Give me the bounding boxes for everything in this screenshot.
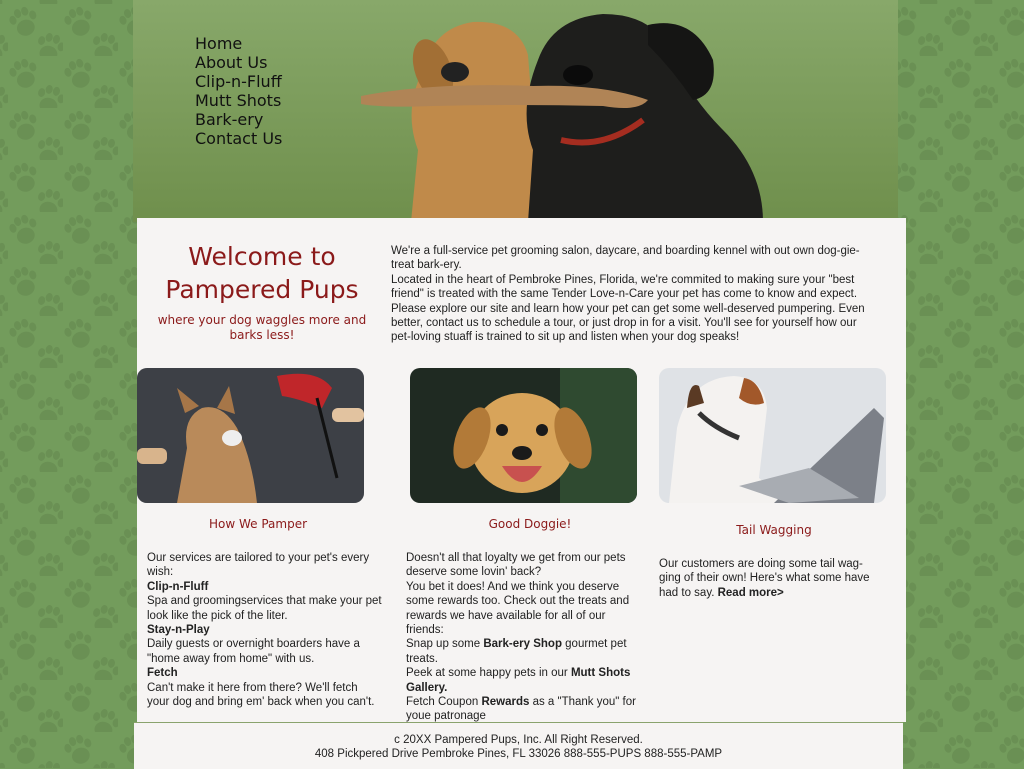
column-good-doggie: Good Doggie! Doesn't all that loyalty we… <box>406 368 650 724</box>
service-title-stay-n-play: Stay-n-Play <box>147 624 210 637</box>
good-doggie-text: Doesn't all that loyalty we get from our… <box>406 551 641 724</box>
footer: c 20XX Pampered Pups, Inc. All Right Res… <box>134 722 903 769</box>
tagline: where your dog waggles more and barks le… <box>157 313 367 342</box>
grooming-dog-photo <box>137 368 364 503</box>
intro-text: We're a full-service pet grooming salon,… <box>391 244 871 345</box>
nav-bark-ery[interactable]: Bark-ery <box>195 110 282 129</box>
link-rewards[interactable]: Rewards <box>481 696 529 708</box>
good-doggie-paragraph-2: You bet it does! And we think you deserv… <box>406 580 630 637</box>
text-span: Snap up some <box>406 638 484 651</box>
title-line-2: Pampered Pups <box>165 275 359 304</box>
heading-tail-wagging: Tail Wagging <box>736 523 812 537</box>
heading-how-we-pamper: How We Pamper <box>208 517 308 531</box>
good-doggie-paragraph-4: Peek at some happy pets in our Mutt Shot… <box>406 666 641 695</box>
read-more-link[interactable]: Read more> <box>718 587 784 599</box>
service-title-clip-n-fluff: Clip-n-Fluff <box>147 580 209 593</box>
good-doggie-paragraph-3: Snap up some Bark-ery Shop gourmet pet t… <box>406 637 641 666</box>
dog-laptop-photo <box>659 368 886 503</box>
tail-wagging-paragraph: Our customers are doing some tail wag-gi… <box>659 557 881 600</box>
welcome-block: Welcome to Pampered Pups where your dog … <box>147 240 377 343</box>
nav-contact-us[interactable]: Contact Us <box>195 129 282 148</box>
smiling-puppy-photo <box>410 368 637 503</box>
header-banner: Home About Us Clip-n-Fluff Mutt Shots Ba… <box>133 0 898 222</box>
how-we-pamper-text: Our services are tailored to your pet's … <box>147 551 382 709</box>
service-text-stay-n-play: Daily guests or overnight boarders have … <box>147 638 360 665</box>
page-container: Home About Us Clip-n-Fluff Mutt Shots Ba… <box>133 0 906 769</box>
service-title-fetch: Fetch <box>147 667 178 680</box>
good-doggie-paragraph-1: Doesn't all that loyalty we get from our… <box>406 552 626 579</box>
nav-mutt-shots[interactable]: Mutt Shots <box>195 91 282 110</box>
intro-paragraph-1: We're a full-service pet grooming salon,… <box>391 245 860 272</box>
footer-address: 408 Pickpered Drive Pembroke Pines, FL 3… <box>314 748 723 760</box>
heading-good-doggie: Good Doggie! <box>488 517 572 531</box>
service-text-fetch: Can't make it here from there? We'll fet… <box>147 681 375 709</box>
services-intro: Our services are tailored to your pet's … <box>147 552 370 579</box>
column-how-we-pamper: How We Pamper Our services are tailored … <box>137 368 382 709</box>
good-doggie-paragraph-5: Fetch Coupon Rewards as a "Thank you" fo… <box>406 695 641 724</box>
main-nav: Home About Us Clip-n-Fluff Mutt Shots Ba… <box>195 34 282 148</box>
column-tail-wagging: Tail Wagging Our customers are doing som… <box>659 368 889 600</box>
service-text-clip-n-fluff: Spa and groomingservices that make your … <box>147 595 382 622</box>
footer-copyright: c 20XX Pampered Pups, Inc. All Right Res… <box>394 734 643 746</box>
link-bark-ery-shop[interactable]: Bark-ery Shop <box>483 638 562 650</box>
tail-wagging-text: Our customers are doing some tail wag-gi… <box>659 557 881 600</box>
content-panel: Welcome to Pampered Pups where your dog … <box>137 218 906 722</box>
page-title: Welcome to Pampered Pups <box>147 240 377 306</box>
title-line-1: Welcome to <box>188 242 336 271</box>
nav-about-us[interactable]: About Us <box>195 53 282 72</box>
nav-home[interactable]: Home <box>195 34 282 53</box>
intro-paragraph-2: Located in the heart of Pembroke Pines, … <box>391 273 865 344</box>
nav-clip-n-fluff[interactable]: Clip-n-Fluff <box>195 72 282 91</box>
text-span: Peek at some happy pets in our <box>406 667 571 680</box>
text-span: Fetch Coupon <box>406 696 482 709</box>
